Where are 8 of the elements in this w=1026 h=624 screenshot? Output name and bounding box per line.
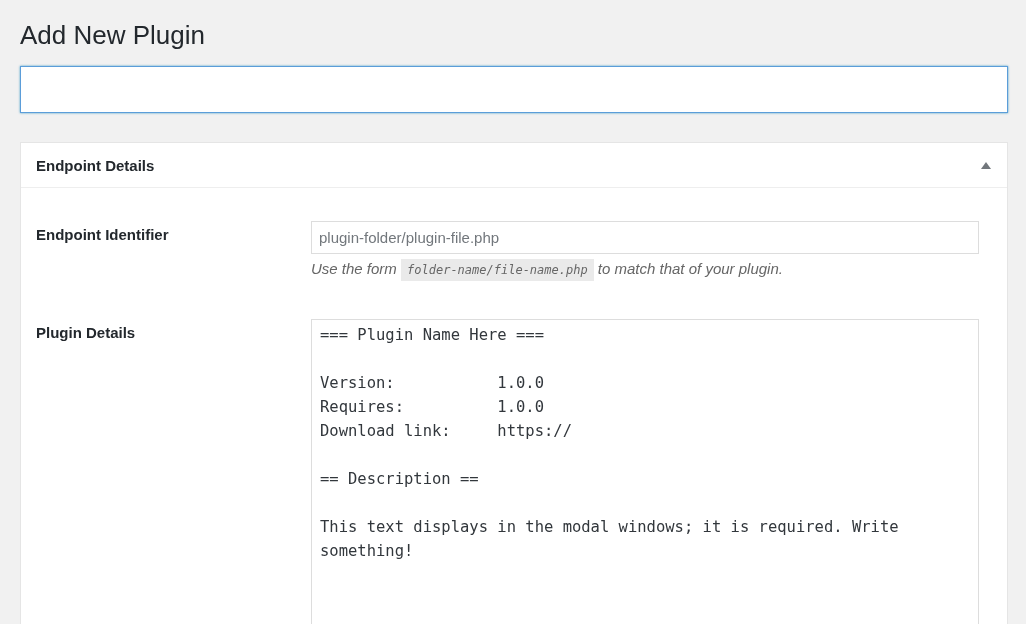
field-label: Endpoint Identifier	[36, 225, 170, 245]
title-field[interactable]	[20, 66, 1008, 113]
page-title: Add New Plugin	[20, 19, 206, 52]
endpoint-identifier-field[interactable]: plugin-folder/plugin-file.php	[311, 221, 979, 254]
field-label: Plugin Details	[36, 323, 137, 343]
panel-title: Endpoint Details	[36, 156, 155, 174]
triangle-up-icon	[981, 161, 991, 169]
plugin-details-textarea[interactable]: === Plugin Name Here === Version: 1.0.0 Requires: 1.0.0 Download link: https:// == Description == This text displays in the modal windows; it is required. Write something!	[311, 319, 979, 624]
